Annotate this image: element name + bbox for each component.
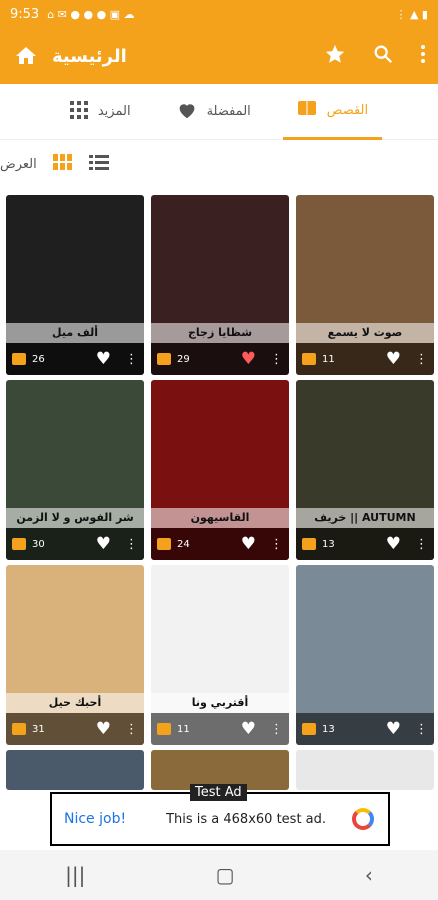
story-meta: 24 ♥ ⋮ bbox=[151, 528, 289, 560]
tab-label: المفضلة bbox=[206, 104, 251, 119]
story-card[interactable]: أقتربي ونا 11 ♥ ⋮ bbox=[151, 565, 289, 745]
book-icon bbox=[12, 538, 26, 550]
ad-nice-text: Nice job! bbox=[64, 811, 127, 827]
more-vert-icon[interactable]: ⋮ bbox=[270, 722, 283, 737]
story-meta: 29 ♥ ⋮ bbox=[151, 343, 289, 375]
more-vert-icon[interactable]: ⋮ bbox=[415, 352, 428, 367]
chapter-count: 30 bbox=[32, 538, 45, 550]
tab-stories[interactable]: القصص bbox=[282, 84, 383, 140]
heart-icon[interactable]: ♥ bbox=[241, 534, 256, 554]
chapter-count: 11 bbox=[177, 723, 190, 735]
back-icon[interactable]: ‹ bbox=[365, 863, 373, 887]
recents-icon[interactable]: ||| bbox=[65, 863, 85, 887]
chapter-count: 24 bbox=[177, 538, 190, 550]
more-vert-icon[interactable]: ⋮ bbox=[125, 352, 138, 367]
story-meta: 13 ♥ ⋮ bbox=[296, 528, 434, 560]
grid-icon bbox=[69, 100, 88, 123]
story-card[interactable]: شر الفوس و لا الزمن 30 ♥ ⋮ bbox=[6, 380, 144, 560]
tab-bar: القصص المفضلة المزيد bbox=[0, 84, 438, 140]
story-card[interactable]: 13 ♥ ⋮ bbox=[296, 565, 434, 745]
story-card[interactable]: شظايا زجاج 29 ♥ ⋮ bbox=[151, 195, 289, 375]
more-vert-icon[interactable]: ⋮ bbox=[415, 537, 428, 552]
list-view-icon[interactable] bbox=[88, 154, 109, 174]
story-card[interactable]: القاسيهون 24 ♥ ⋮ bbox=[151, 380, 289, 560]
tab-more[interactable]: المزيد bbox=[56, 84, 145, 140]
page-title: الرئيسية bbox=[52, 45, 127, 67]
more-vert-icon[interactable]: ⋮ bbox=[415, 722, 428, 737]
heart-icon[interactable]: ♥ bbox=[241, 349, 256, 369]
more-vert-icon[interactable]: ⋮ bbox=[125, 722, 138, 737]
story-card[interactable]: أحبك حيل 31 ♥ ⋮ bbox=[6, 565, 144, 745]
chapter-count: 26 bbox=[32, 353, 45, 365]
status-time: 9:53 bbox=[10, 6, 40, 22]
story-meta: 11 ♥ ⋮ bbox=[296, 343, 434, 375]
view-label: العرض bbox=[0, 156, 37, 172]
story-title: شر الفوس و لا الزمن bbox=[6, 508, 144, 528]
story-title: صوت لا يسمع bbox=[296, 323, 434, 343]
story-card[interactable]: ألف ميل 26 ♥ ⋮ bbox=[6, 195, 144, 375]
more-vert-icon[interactable]: ⋮ bbox=[270, 537, 283, 552]
story-title: AUTUMN || خريف bbox=[296, 508, 434, 528]
book-icon bbox=[157, 353, 171, 365]
heart-icon[interactable]: ♥ bbox=[386, 349, 401, 369]
story-meta: 30 ♥ ⋮ bbox=[6, 528, 144, 560]
heart-icon[interactable]: ♥ bbox=[386, 534, 401, 554]
book-icon bbox=[157, 538, 171, 550]
search-icon[interactable] bbox=[372, 43, 394, 69]
chapter-count: 29 bbox=[177, 353, 190, 365]
book-icon bbox=[12, 723, 26, 735]
status-bar: 9:53 ⌂ ✉ ● ● ● ▣ ☁ ⋮ ▲ ▮ bbox=[0, 0, 438, 28]
notification-icons: ⌂ ✉ ● ● ● ▣ ☁ bbox=[47, 7, 135, 21]
tab-label: القصص bbox=[326, 102, 369, 118]
system-nav-bar: ||| ▢ ‹ bbox=[0, 850, 438, 900]
heart-icon[interactable]: ♥ bbox=[386, 719, 401, 739]
system-icons: ⋮ ▲ ▮ bbox=[395, 7, 428, 21]
story-card[interactable]: صوت لا يسمع 11 ♥ ⋮ bbox=[296, 195, 434, 375]
ad-banner[interactable]: Test Ad Nice job! This is a 468x60 test … bbox=[50, 784, 390, 846]
story-card[interactable]: AUTUMN || خريف 13 ♥ ⋮ bbox=[296, 380, 434, 560]
heart-icon bbox=[177, 101, 197, 123]
heart-icon[interactable]: ♥ bbox=[96, 349, 111, 369]
home-nav-icon[interactable]: ▢ bbox=[216, 863, 235, 887]
tab-label: المزيد bbox=[97, 104, 131, 119]
chapter-count: 31 bbox=[32, 723, 45, 735]
story-title: أحبك حيل bbox=[6, 693, 144, 713]
story-card[interactable] bbox=[296, 750, 434, 790]
book-icon bbox=[302, 353, 316, 365]
story-meta: 11 ♥ ⋮ bbox=[151, 713, 289, 745]
book-icon bbox=[297, 100, 317, 120]
ad-tag: Test Ad bbox=[190, 784, 247, 801]
story-title: شظايا زجاج bbox=[151, 323, 289, 343]
more-vert-icon[interactable]: ⋮ bbox=[270, 352, 283, 367]
app-bar: الرئيسية bbox=[0, 28, 438, 84]
book-icon bbox=[302, 723, 316, 735]
view-toggle-row: العرض bbox=[0, 148, 438, 180]
book-icon bbox=[12, 353, 26, 365]
more-vert-icon[interactable]: ⋮ bbox=[125, 537, 138, 552]
book-icon bbox=[157, 723, 171, 735]
chapter-count: 11 bbox=[322, 353, 335, 365]
chapter-count: 13 bbox=[322, 538, 335, 550]
home-icon[interactable] bbox=[12, 42, 40, 70]
more-vert-icon[interactable] bbox=[420, 44, 426, 68]
heart-icon[interactable]: ♥ bbox=[96, 534, 111, 554]
ad-logo-icon bbox=[352, 808, 374, 830]
story-meta: 13 ♥ ⋮ bbox=[296, 713, 434, 745]
story-meta: 26 ♥ ⋮ bbox=[6, 343, 144, 375]
story-title: أقتربي ونا bbox=[151, 693, 289, 713]
chapter-count: 13 bbox=[322, 723, 335, 735]
ad-message: This is a 468x60 test ad. bbox=[166, 811, 327, 827]
story-card[interactable] bbox=[6, 750, 144, 790]
heart-icon[interactable]: ♥ bbox=[96, 719, 111, 739]
grid-view-icon[interactable] bbox=[52, 154, 73, 174]
story-meta: 31 ♥ ⋮ bbox=[6, 713, 144, 745]
story-title: القاسيهون bbox=[151, 508, 289, 528]
heart-icon[interactable]: ♥ bbox=[241, 719, 256, 739]
tab-favorites[interactable]: المفضلة bbox=[163, 84, 265, 140]
story-title: ألف ميل bbox=[6, 323, 144, 343]
book-icon bbox=[302, 538, 316, 550]
star-icon[interactable] bbox=[324, 43, 346, 69]
